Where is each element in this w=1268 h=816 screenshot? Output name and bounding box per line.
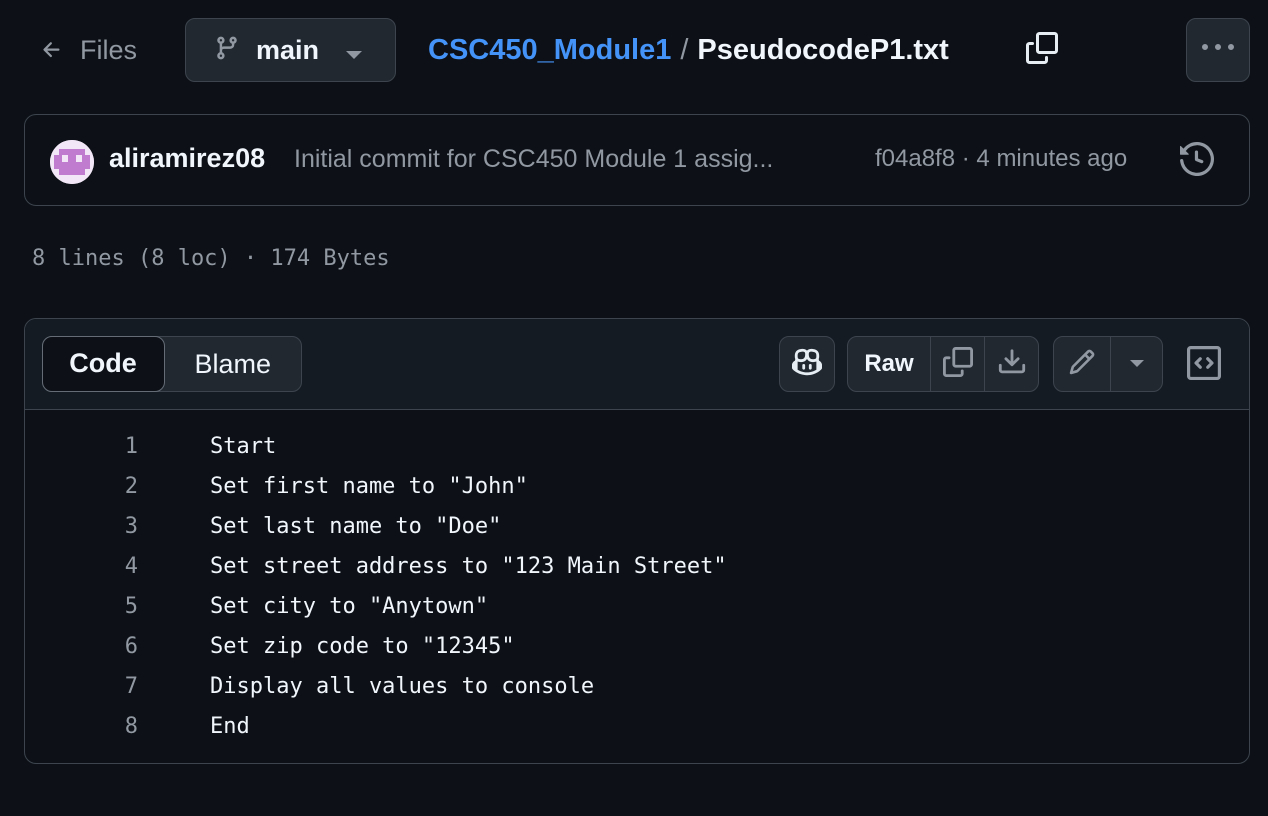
copy-path-button[interactable] — [1022, 30, 1062, 70]
raw-copy-download-group: Raw — [847, 336, 1039, 392]
code-line: 2 Set first name to "John" — [25, 466, 1249, 506]
line-number[interactable]: 7 — [25, 674, 138, 699]
code-line: 8 End — [25, 706, 1249, 746]
triangle-down-icon — [345, 47, 363, 65]
edit-group — [1053, 336, 1163, 392]
commit-meta: f04a8f8 · 4 minutes ago — [875, 145, 1127, 173]
file-header: Files main CSC450_Module1 / PseudocodeP1… — [0, 0, 1268, 100]
breadcrumb-separator: / — [680, 33, 689, 66]
copilot-button[interactable] — [779, 336, 835, 392]
code-body: 1 Start 2 Set first name to "John" 3 Set… — [25, 410, 1249, 746]
code-text: End — [210, 713, 250, 739]
code-text: Set zip code to "12345" — [210, 633, 515, 659]
kebab-horizontal-icon — [1202, 32, 1234, 69]
commit-message-link[interactable]: Initial commit for CSC450 Module 1 assig… — [294, 145, 850, 174]
download-icon — [997, 347, 1027, 382]
avatar[interactable] — [50, 140, 94, 184]
code-line: 5 Set city to "Anytown" — [25, 586, 1249, 626]
code-text: Set city to "Anytown" — [210, 593, 489, 619]
triangle-down-icon — [1129, 355, 1145, 373]
code-panel: Code Blame Raw 1 Start 2 Set first name … — [24, 318, 1250, 764]
files-back-link[interactable]: Files — [40, 28, 137, 72]
pencil-icon — [1068, 348, 1096, 381]
line-number[interactable]: 8 — [25, 714, 138, 739]
code-text: Start — [210, 433, 277, 459]
raw-button[interactable]: Raw — [848, 337, 930, 391]
commit-author-link[interactable]: aliramirez08 — [109, 143, 265, 174]
tab-code[interactable]: Code — [41, 335, 165, 392]
code-text: Set last name to "Doe" — [210, 513, 502, 539]
edit-dropdown-button[interactable] — [1110, 337, 1162, 391]
code-text: Set street address to "123 Main Street" — [210, 553, 727, 579]
files-label: Files — [80, 34, 138, 65]
code-line: 7 Display all values to console — [25, 666, 1249, 706]
more-options-button[interactable] — [1186, 18, 1250, 82]
line-number[interactable]: 4 — [25, 554, 138, 579]
code-line: 1 Start — [25, 426, 1249, 466]
file-info: 8 lines (8 loc) · 174 Bytes — [32, 246, 390, 271]
breadcrumb: CSC450_Module1 / PseudocodeP1.txt — [428, 26, 949, 74]
code-text: Set first name to "John" — [210, 473, 528, 499]
code-line: 6 Set zip code to "12345" — [25, 626, 1249, 666]
copy-raw-button[interactable] — [930, 337, 984, 391]
code-line: 3 Set last name to "Doe" — [25, 506, 1249, 546]
latest-commit-box: aliramirez08 Initial commit for CSC450 M… — [24, 114, 1250, 206]
copilot-icon — [792, 347, 822, 382]
code-line: 4 Set street address to "123 Main Street… — [25, 546, 1249, 586]
copy-icon — [1026, 31, 1058, 69]
line-number[interactable]: 6 — [25, 634, 138, 659]
line-number[interactable]: 3 — [25, 514, 138, 539]
branch-selector-button[interactable]: main — [185, 18, 396, 82]
git-branch-icon — [214, 35, 240, 66]
code-toolbar: Code Blame Raw — [25, 319, 1249, 410]
line-number[interactable]: 1 — [25, 434, 138, 459]
copy-icon — [942, 346, 973, 382]
line-number[interactable]: 5 — [25, 594, 138, 619]
commit-time: 4 minutes ago — [976, 145, 1128, 172]
edit-file-button[interactable] — [1054, 337, 1110, 391]
history-button[interactable] — [1177, 141, 1217, 181]
branch-name: main — [256, 34, 320, 65]
breadcrumb-repo-link[interactable]: CSC450_Module1 — [428, 34, 671, 67]
commit-sha-link[interactable]: f04a8f8 — [875, 145, 955, 172]
arrow-left-icon — [40, 38, 64, 62]
line-number[interactable]: 2 — [25, 474, 138, 499]
breadcrumb-file-name: PseudocodeP1.txt — [697, 33, 949, 66]
history-icon — [1180, 141, 1215, 181]
code-text: Display all values to console — [210, 673, 595, 699]
view-mode-toggle: Code Blame — [41, 335, 302, 392]
tab-blame[interactable]: Blame — [165, 337, 302, 391]
symbols-panel-button[interactable] — [1183, 344, 1225, 386]
code-square-icon — [1187, 345, 1221, 385]
download-button[interactable] — [984, 337, 1038, 391]
commit-meta-separator: · — [961, 145, 970, 172]
